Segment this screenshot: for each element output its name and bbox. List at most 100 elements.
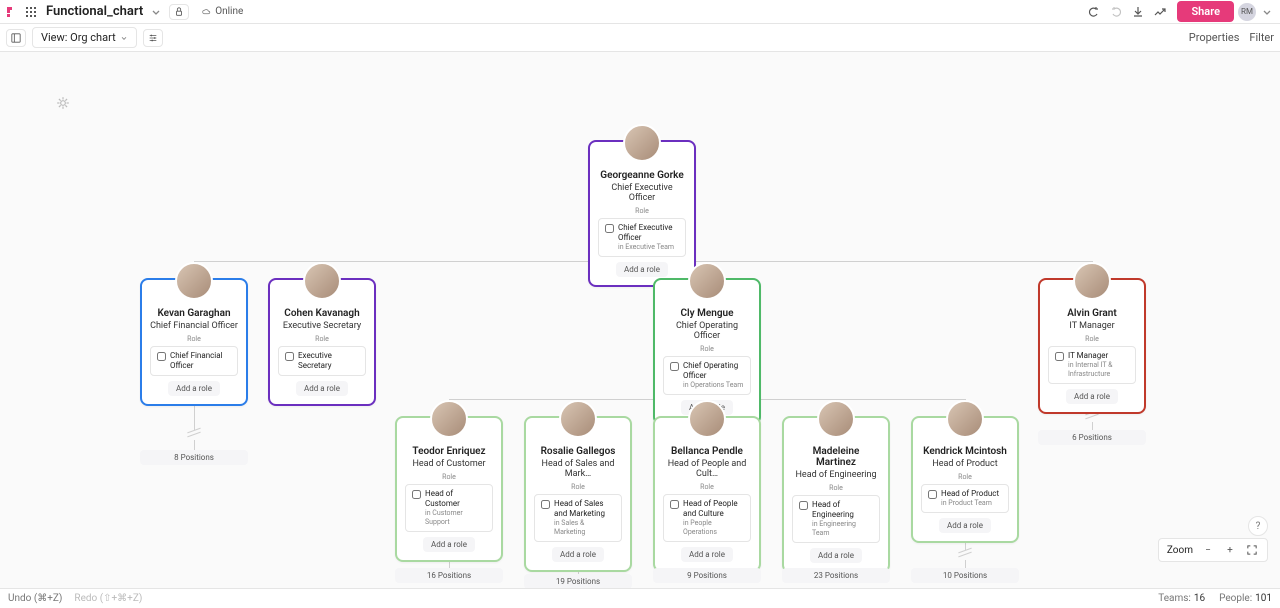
undo-icon[interactable] [1087,5,1101,19]
role-text: Chief Operating Officer in Operations Te… [683,361,744,390]
properties-link[interactable]: Properties [1189,31,1240,44]
positions-badge[interactable]: 10 Positions [911,568,1019,583]
role-checkbox[interactable] [541,500,550,509]
redo-icon[interactable] [1109,5,1123,19]
app-header: Functional_chart Online Share RM [0,0,1280,24]
role-text: Chief Financial Officer [170,351,231,371]
chevron-down-icon[interactable] [1260,5,1274,19]
people-label: People: [1219,593,1252,604]
card-sales[interactable]: Rosalie Gallegos Head of Sales and Mark…… [524,416,632,572]
person-title: Head of Product [921,459,1009,469]
person-name: Teodor Enriquez [405,446,493,457]
collapse-indicator [958,550,972,558]
card-customer[interactable]: Teodor Enriquez Head of Customer Role He… [395,416,503,562]
teams-label: Teams: [1158,593,1191,604]
org-chart-canvas[interactable]: Georgeanne Gorke Chief Executive Officer… [0,52,1280,588]
role-text: Head of People and Culture in People Ope… [683,499,744,537]
role-item[interactable]: Head of Sales and Marketing in Sales & M… [534,494,622,542]
add-role-button[interactable]: Add a role [616,262,668,277]
add-role-button[interactable]: Add a role [423,537,475,552]
role-checkbox[interactable] [670,362,679,371]
role-text: IT Manager in Internal IT & Infrastructu… [1068,351,1129,379]
person-title: Head of Engineering [792,470,880,480]
role-item[interactable]: IT Manager in Internal IT & Infrastructu… [1048,346,1136,384]
user-avatar[interactable]: RM [1238,3,1256,21]
avatar [430,400,468,438]
redo-hint[interactable]: Redo (⇧+⌘+Z) [74,593,142,604]
view-selector[interactable]: View: Org chart [32,27,137,48]
role-item[interactable]: Chief Executive Officer in Executive Tea… [598,218,686,257]
add-role-button[interactable]: Add a role [810,548,862,563]
chevron-down-icon [120,34,128,42]
card-people[interactable]: Bellanca Pendle Head of People and Cult…… [653,416,761,572]
zoom-fit-button[interactable] [1245,543,1259,557]
add-role-button[interactable]: Add a role [1066,389,1118,404]
positions-badge[interactable]: 16 Positions [395,568,503,583]
lock-button[interactable] [169,4,189,20]
toggle-panel-button[interactable] [6,29,26,47]
add-role-button[interactable]: Add a role [296,381,348,396]
role-checkbox[interactable] [670,500,679,509]
help-button[interactable]: ? [1248,516,1268,536]
role-checkbox[interactable] [605,224,614,233]
add-role-button[interactable]: Add a role [552,547,604,562]
role-text: Chief Executive Officer in Executive Tea… [618,223,679,252]
view-settings-button[interactable] [143,29,163,47]
role-checkbox[interactable] [799,501,808,510]
role-label: Role [663,345,751,353]
avatar [175,262,213,300]
teams-count: 16 [1194,593,1205,604]
role-checkbox[interactable] [412,490,421,499]
add-role-button[interactable]: Add a role [168,381,220,396]
role-item[interactable]: Chief Operating Officer in Operations Te… [663,356,751,395]
person-name: Georgeanne Gorke [598,170,686,181]
role-item[interactable]: Executive Secretary [278,346,366,376]
role-checkbox[interactable] [1055,352,1064,361]
apps-grid-icon[interactable] [24,5,38,19]
zoom-in-button[interactable]: + [1223,543,1237,557]
role-team: in People Operations [683,519,744,537]
person-name: Kendrick Mcintosh [921,446,1009,457]
gear-icon[interactable] [56,96,70,110]
role-label: Role [1048,335,1136,343]
trend-icon[interactable] [1153,5,1167,19]
undo-hint[interactable]: Undo (⌘+Z) [8,593,62,604]
add-role-button[interactable]: Add a role [681,547,733,562]
connector [1092,422,1093,430]
avatar [303,262,341,300]
role-title: Chief Operating Officer [683,361,744,381]
role-title: Chief Financial Officer [170,351,231,371]
card-secretary[interactable]: Cohen Kavanagh Executive Secretary Role … [268,278,376,406]
document-title[interactable]: Functional_chart [46,4,143,19]
download-icon[interactable] [1131,5,1145,19]
share-button[interactable]: Share [1177,1,1234,22]
chevron-down-icon[interactable] [149,5,163,19]
role-text: Executive Secretary [298,351,359,371]
card-engineering[interactable]: Madeleine Martinez Head of Engineering R… [782,416,890,573]
role-checkbox[interactable] [285,352,294,361]
card-product[interactable]: Kendrick Mcintosh Head of Product Role H… [911,416,1019,543]
avatar [623,124,661,162]
positions-badge[interactable]: 23 Positions [782,568,890,583]
zoom-out-button[interactable]: − [1201,543,1215,557]
role-checkbox[interactable] [157,352,166,361]
role-label: Role [534,483,622,491]
role-checkbox[interactable] [928,490,937,499]
card-cfo[interactable]: Kevan Garaghan Chief Financial Officer R… [140,278,248,406]
role-title: IT Manager [1068,351,1129,361]
positions-badge[interactable]: 6 Positions [1038,430,1146,445]
role-item[interactable]: Head of Engineering in Engineering Team [792,495,880,543]
card-it[interactable]: Alvin Grant IT Manager Role IT Manager i… [1038,278,1146,414]
positions-badge[interactable]: 8 Positions [140,450,248,465]
role-item[interactable]: Head of Product in Product Team [921,484,1009,513]
role-item[interactable]: Head of People and Culture in People Ope… [663,494,751,542]
role-item[interactable]: Head of Customer in Customer Support [405,484,493,532]
add-role-button[interactable]: Add a role [939,518,991,533]
role-team: in Product Team [941,499,999,508]
role-item[interactable]: Chief Financial Officer [150,346,238,376]
filter-link[interactable]: Filter [1249,31,1274,44]
positions-badge[interactable]: 19 Positions [524,574,632,588]
card-ceo[interactable]: Georgeanne Gorke Chief Executive Officer… [588,140,696,287]
positions-badge[interactable]: 9 Positions [653,568,761,583]
person-name: Kevan Garaghan [150,308,238,319]
